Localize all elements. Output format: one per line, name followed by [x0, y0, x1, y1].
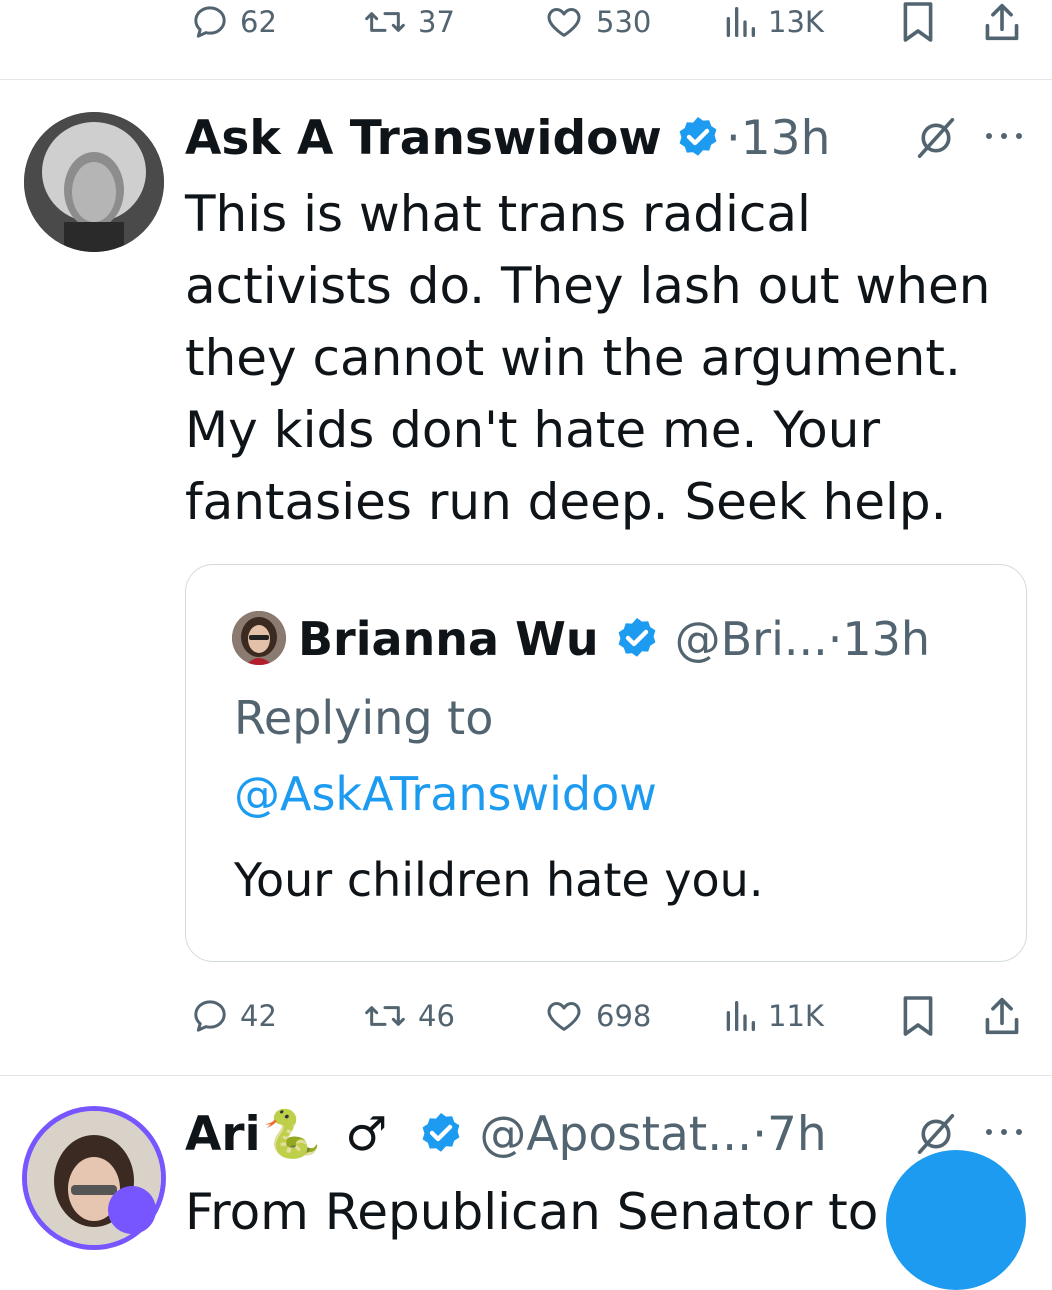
views-button[interactable]: 13K — [722, 0, 824, 52]
dot-separator: · — [752, 1106, 768, 1162]
next-timestamp[interactable]: 7h — [767, 1107, 827, 1162]
quote-timestamp: 13h — [842, 612, 931, 666]
reply-icon — [194, 1000, 226, 1032]
verified-badge-icon — [422, 1113, 460, 1152]
timestamp[interactable]: 13h — [741, 111, 831, 166]
share-icon — [985, 3, 1019, 41]
reply-button[interactable]: 62 — [190, 0, 277, 52]
share-button[interactable] — [982, 986, 1022, 1046]
quote-header: Brianna Wu @Bri... · 13h — [298, 609, 930, 669]
tweet-line: This is what trans radical — [185, 185, 811, 243]
views-icon — [726, 1001, 755, 1031]
repost-button[interactable]: 46 — [362, 986, 455, 1046]
next-handle: @Apostat... — [479, 1106, 753, 1162]
tweet-text: This is what trans radical activists do.… — [185, 178, 990, 538]
replying-to-handle[interactable]: @AskATranswidow — [234, 767, 657, 821]
avatar[interactable] — [24, 112, 164, 252]
grok-icon[interactable] — [914, 118, 958, 158]
snake-emoji: 🐍 — [262, 1106, 322, 1162]
views-icon — [726, 7, 755, 37]
bookmark-button[interactable] — [900, 986, 936, 1046]
next-author-name[interactable]: Ari — [185, 1107, 261, 1162]
repost-button[interactable]: 37 — [362, 0, 455, 52]
views-count: 13K — [768, 5, 824, 39]
tweet-line: fantasies run deep. Seek help. — [185, 473, 947, 531]
quote-avatar-image — [232, 611, 286, 665]
tweet-line: My kids don't hate me. Your — [185, 401, 880, 459]
repost-icon — [365, 12, 405, 32]
tweet-header: Ask A Transwidow · 13h — [185, 106, 830, 170]
bookmark-icon — [903, 2, 933, 42]
quote-handle: @Bri... — [674, 612, 828, 666]
repost-icon — [365, 1006, 405, 1026]
like-count: 698 — [596, 999, 652, 1033]
like-button[interactable]: 530 — [542, 0, 651, 52]
repost-count: 46 — [418, 999, 455, 1033]
more-options-icon[interactable] — [982, 1124, 1026, 1140]
top-action-bar: 62 37 530 13K — [0, 0, 1052, 52]
views-button[interactable]: 11K — [722, 986, 824, 1046]
verified-badge-icon — [618, 618, 656, 657]
reply-button[interactable]: 42 — [190, 986, 277, 1046]
next-avatar-badge — [108, 1186, 156, 1234]
quote-author-name: Brianna Wu — [298, 612, 599, 666]
verified-badge-icon — [679, 117, 717, 156]
grok-icon[interactable] — [914, 1114, 958, 1154]
like-count: 530 — [596, 5, 652, 39]
compose-button[interactable] — [886, 1150, 1026, 1290]
heart-icon — [547, 8, 581, 37]
like-button[interactable]: 698 — [542, 986, 651, 1046]
bookmark-icon — [903, 996, 933, 1036]
tweet-action-bar: 42 46 698 11K — [0, 986, 1052, 1046]
dot-separator: · — [827, 612, 843, 666]
quote-text: Your children hate you. — [234, 853, 764, 907]
tweet-divider — [0, 79, 1052, 80]
next-tweet-text: From Republican Senator to — [185, 1183, 879, 1241]
next-tweet-header: Ari 🐍 ♂ @Apostat... · 7h — [185, 1102, 827, 1166]
replying-to-label: Replying to — [234, 691, 494, 745]
tweet-line: they cannot win the argument. — [185, 329, 961, 387]
male-symbol: ♂ — [345, 1106, 388, 1162]
heart-icon — [547, 1002, 581, 1031]
author-name[interactable]: Ask A Transwidow — [185, 111, 662, 166]
quote-avatar — [232, 611, 286, 665]
more-options-icon[interactable] — [982, 128, 1026, 144]
tweet-line: activists do. They lash out when — [185, 257, 991, 315]
quoted-tweet[interactable]: Brianna Wu @Bri... · 13h Replying to @As… — [185, 564, 1027, 962]
avatar-image — [24, 112, 164, 252]
tweet-divider — [0, 1075, 1052, 1076]
dot-separator: · — [725, 110, 741, 166]
share-icon — [985, 997, 1019, 1035]
views-count: 11K — [768, 999, 824, 1033]
reply-count: 42 — [240, 999, 277, 1033]
bookmark-button[interactable] — [900, 0, 936, 52]
reply-icon — [194, 6, 226, 38]
share-button[interactable] — [982, 0, 1022, 52]
repost-count: 37 — [418, 5, 455, 39]
reply-count: 62 — [240, 5, 277, 39]
